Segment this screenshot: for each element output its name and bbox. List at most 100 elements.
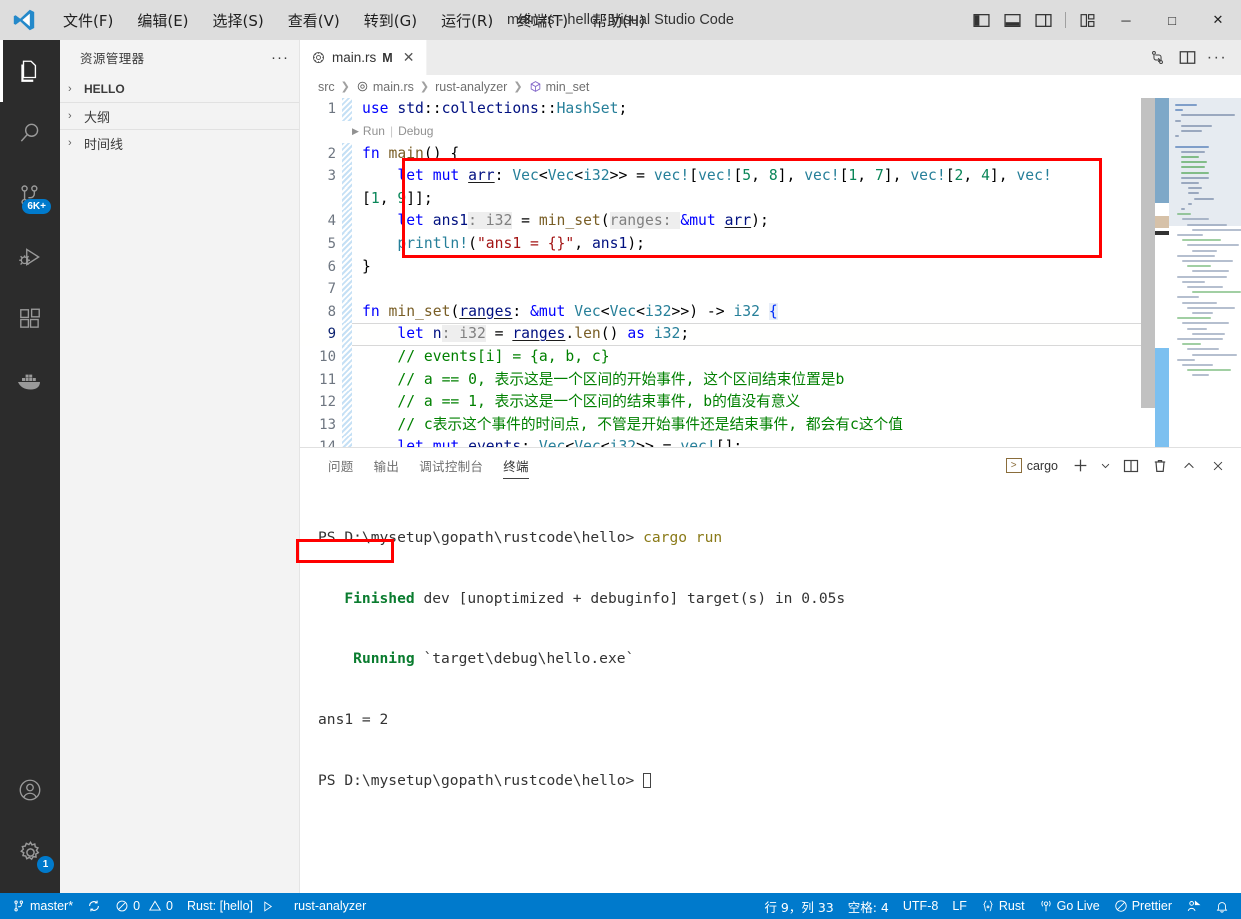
split-editor-right-icon[interactable] <box>1173 40 1201 75</box>
line-content: // a == 0, 表示这是一个区间的开始事件, 这个区间结束位置是b <box>362 370 845 388</box>
status-eol[interactable]: LF <box>945 893 974 919</box>
run-code-icon[interactable] <box>1143 40 1171 75</box>
activity-item-explorer[interactable] <box>0 40 60 102</box>
code-scroll-area[interactable]: 1 use std::collections::HashSet; ▶ Run |… <box>300 98 1241 448</box>
menu-run[interactable]: 运行(R) <box>430 5 504 36</box>
editor-more-actions-icon[interactable]: ··· <box>1203 40 1231 75</box>
customize-layout-icon[interactable] <box>1072 0 1103 40</box>
window-minimize-button[interactable]: ─ <box>1103 0 1149 40</box>
panel-tab-problems[interactable]: 问题 <box>318 448 364 483</box>
minimap-line <box>1177 234 1203 236</box>
minimap-line <box>1187 306 1235 309</box>
status-indentation[interactable]: 空格: 4 <box>841 893 896 919</box>
sidebar-section-outline[interactable]: › 大纲 <box>60 102 299 129</box>
activity-item-search[interactable] <box>0 102 60 164</box>
line-content: let ans1: i32 = min_set(ranges: &mut arr… <box>397 212 769 230</box>
status-rust-target[interactable]: Rust: [hello] <box>180 893 281 919</box>
sync-icon <box>87 899 101 913</box>
editor-minimap[interactable] <box>1169 98 1241 448</box>
editor-overview-ruler[interactable] <box>1155 98 1169 448</box>
terminal-dropdown-icon[interactable] <box>1096 452 1115 480</box>
menu-selection[interactable]: 选择(S) <box>202 5 275 36</box>
line-number: 14 <box>300 436 342 447</box>
activity-item-run-and-debug[interactable] <box>0 226 60 288</box>
status-encoding[interactable]: UTF-8 <box>896 893 945 919</box>
activity-bar: 6K+ 1 <box>0 40 60 893</box>
breadcrumb-item-min-set[interactable]: min_set <box>529 80 589 94</box>
status-feedback[interactable] <box>1179 893 1208 919</box>
minimap-line <box>1177 254 1215 257</box>
activity-item-extensions[interactable] <box>0 288 60 350</box>
activity-item-accounts[interactable] <box>0 759 60 821</box>
status-rust-analyzer-label: rust-analyzer <box>294 899 367 913</box>
toggle-secondary-sidebar-icon[interactable] <box>1028 0 1059 40</box>
code-editor[interactable]: 1 use std::collections::HashSet; ▶ Run |… <box>300 98 1241 448</box>
search-icon <box>17 120 43 146</box>
minimap-line <box>1181 150 1206 153</box>
terminal-selector[interactable]: > cargo <box>1000 452 1064 480</box>
line-content: println!("ans1 = {}", ans1); <box>397 234 645 252</box>
status-problems[interactable]: 0 0 <box>108 893 180 919</box>
panel-actions: > cargo <box>1000 452 1231 480</box>
status-rust-analyzer[interactable]: rust-analyzer <box>287 893 373 919</box>
menu-view[interactable]: 查看(V) <box>277 5 351 36</box>
sidebar-section-timeline[interactable]: › 时间线 <box>60 129 299 156</box>
breadcrumb-item-rust-analyzer[interactable]: rust-analyzer <box>435 80 507 94</box>
split-terminal-icon[interactable] <box>1118 452 1144 480</box>
new-terminal-icon[interactable] <box>1067 452 1093 480</box>
panel-tab-terminal[interactable]: 终端 <box>493 448 539 483</box>
window-close-button[interactable]: ✕ <box>1195 0 1241 40</box>
panel-tab-output[interactable]: 输出 <box>364 448 410 483</box>
toggle-primary-sidebar-icon[interactable] <box>966 0 997 40</box>
play-icon[interactable] <box>261 900 274 913</box>
editor-vertical-scrollbar[interactable] <box>1141 98 1155 447</box>
terminal-cursor <box>643 773 652 789</box>
play-icon[interactable]: ▶ <box>352 120 359 143</box>
vscode-window: 文件(F) 编辑(E) 选择(S) 查看(V) 转到(G) 运行(R) 终端(T… <box>0 0 1241 919</box>
window-maximize-button[interactable]: □ <box>1149 0 1195 40</box>
tab-main-rs[interactable]: main.rs M ✕ <box>300 40 428 75</box>
sidebar-more-icon[interactable]: ··· <box>271 49 289 66</box>
code-lens-debug[interactable]: Debug <box>398 120 433 143</box>
status-notifications[interactable] <box>1208 893 1241 919</box>
status-prettier[interactable]: Prettier <box>1107 893 1179 919</box>
breadcrumb-item-src[interactable]: src <box>318 80 335 94</box>
code-line-wrapped: [1, 9]]; <box>300 187 1169 211</box>
minimap-line <box>1187 244 1239 247</box>
status-language-mode[interactable]: Rust <box>974 893 1032 919</box>
minimap-line <box>1181 176 1210 179</box>
activity-item-manage[interactable]: 1 <box>0 821 60 883</box>
menu-edit[interactable]: 编辑(E) <box>126 5 199 36</box>
menu-file[interactable]: 文件(F) <box>52 5 124 36</box>
menu-help[interactable]: 帮助(H) <box>581 5 656 36</box>
kill-terminal-icon[interactable] <box>1147 452 1173 480</box>
minimap-line <box>1192 228 1241 231</box>
activity-item-docker[interactable] <box>0 350 60 412</box>
source-control-badge: 6K+ <box>22 199 51 214</box>
minimap-line <box>1192 249 1217 252</box>
code-lens-run[interactable]: Run <box>363 120 385 143</box>
breadcrumb-item-mainrs[interactable]: main.rs <box>356 80 414 94</box>
close-panel-icon[interactable] <box>1205 452 1231 480</box>
terminal-output[interactable]: PS D:\mysetup\gopath\rustcode\hello> car… <box>296 483 1241 893</box>
tab-close-icon[interactable]: ✕ <box>401 49 417 66</box>
status-cursor-position[interactable]: 行 9，列 33 <box>757 893 840 919</box>
menu-go[interactable]: 转到(G) <box>353 5 428 36</box>
status-go-live[interactable]: Go Live <box>1032 893 1107 919</box>
activity-item-source-control[interactable]: 6K+ <box>0 164 60 226</box>
status-warnings-count: 0 <box>166 899 173 913</box>
menu-terminal[interactable]: 终端(T) <box>506 5 579 36</box>
maximize-panel-icon[interactable] <box>1176 452 1202 480</box>
toggle-panel-icon[interactable] <box>997 0 1028 40</box>
terminal-command: cargo run <box>643 528 723 546</box>
status-branch[interactable]: master* <box>0 893 80 919</box>
sidebar-section-hello[interactable]: › HELLO <box>60 75 299 102</box>
code-line: 8 fn min_set(ranges: &mut Vec<Vec<i32>>)… <box>300 300 1169 324</box>
code-line: 4 let ans1: i32 = min_set(ranges: &mut a… <box>300 210 1169 233</box>
tab-modified-indicator: M <box>382 50 393 65</box>
status-sync[interactable] <box>80 893 108 919</box>
account-icon <box>17 777 43 803</box>
chevron-right-icon: ❯ <box>340 81 350 93</box>
panel-tab-debug-console[interactable]: 调试控制台 <box>409 448 493 483</box>
code-line-current: 9 let n: i32 = ranges.len() as i32; <box>300 323 1241 346</box>
